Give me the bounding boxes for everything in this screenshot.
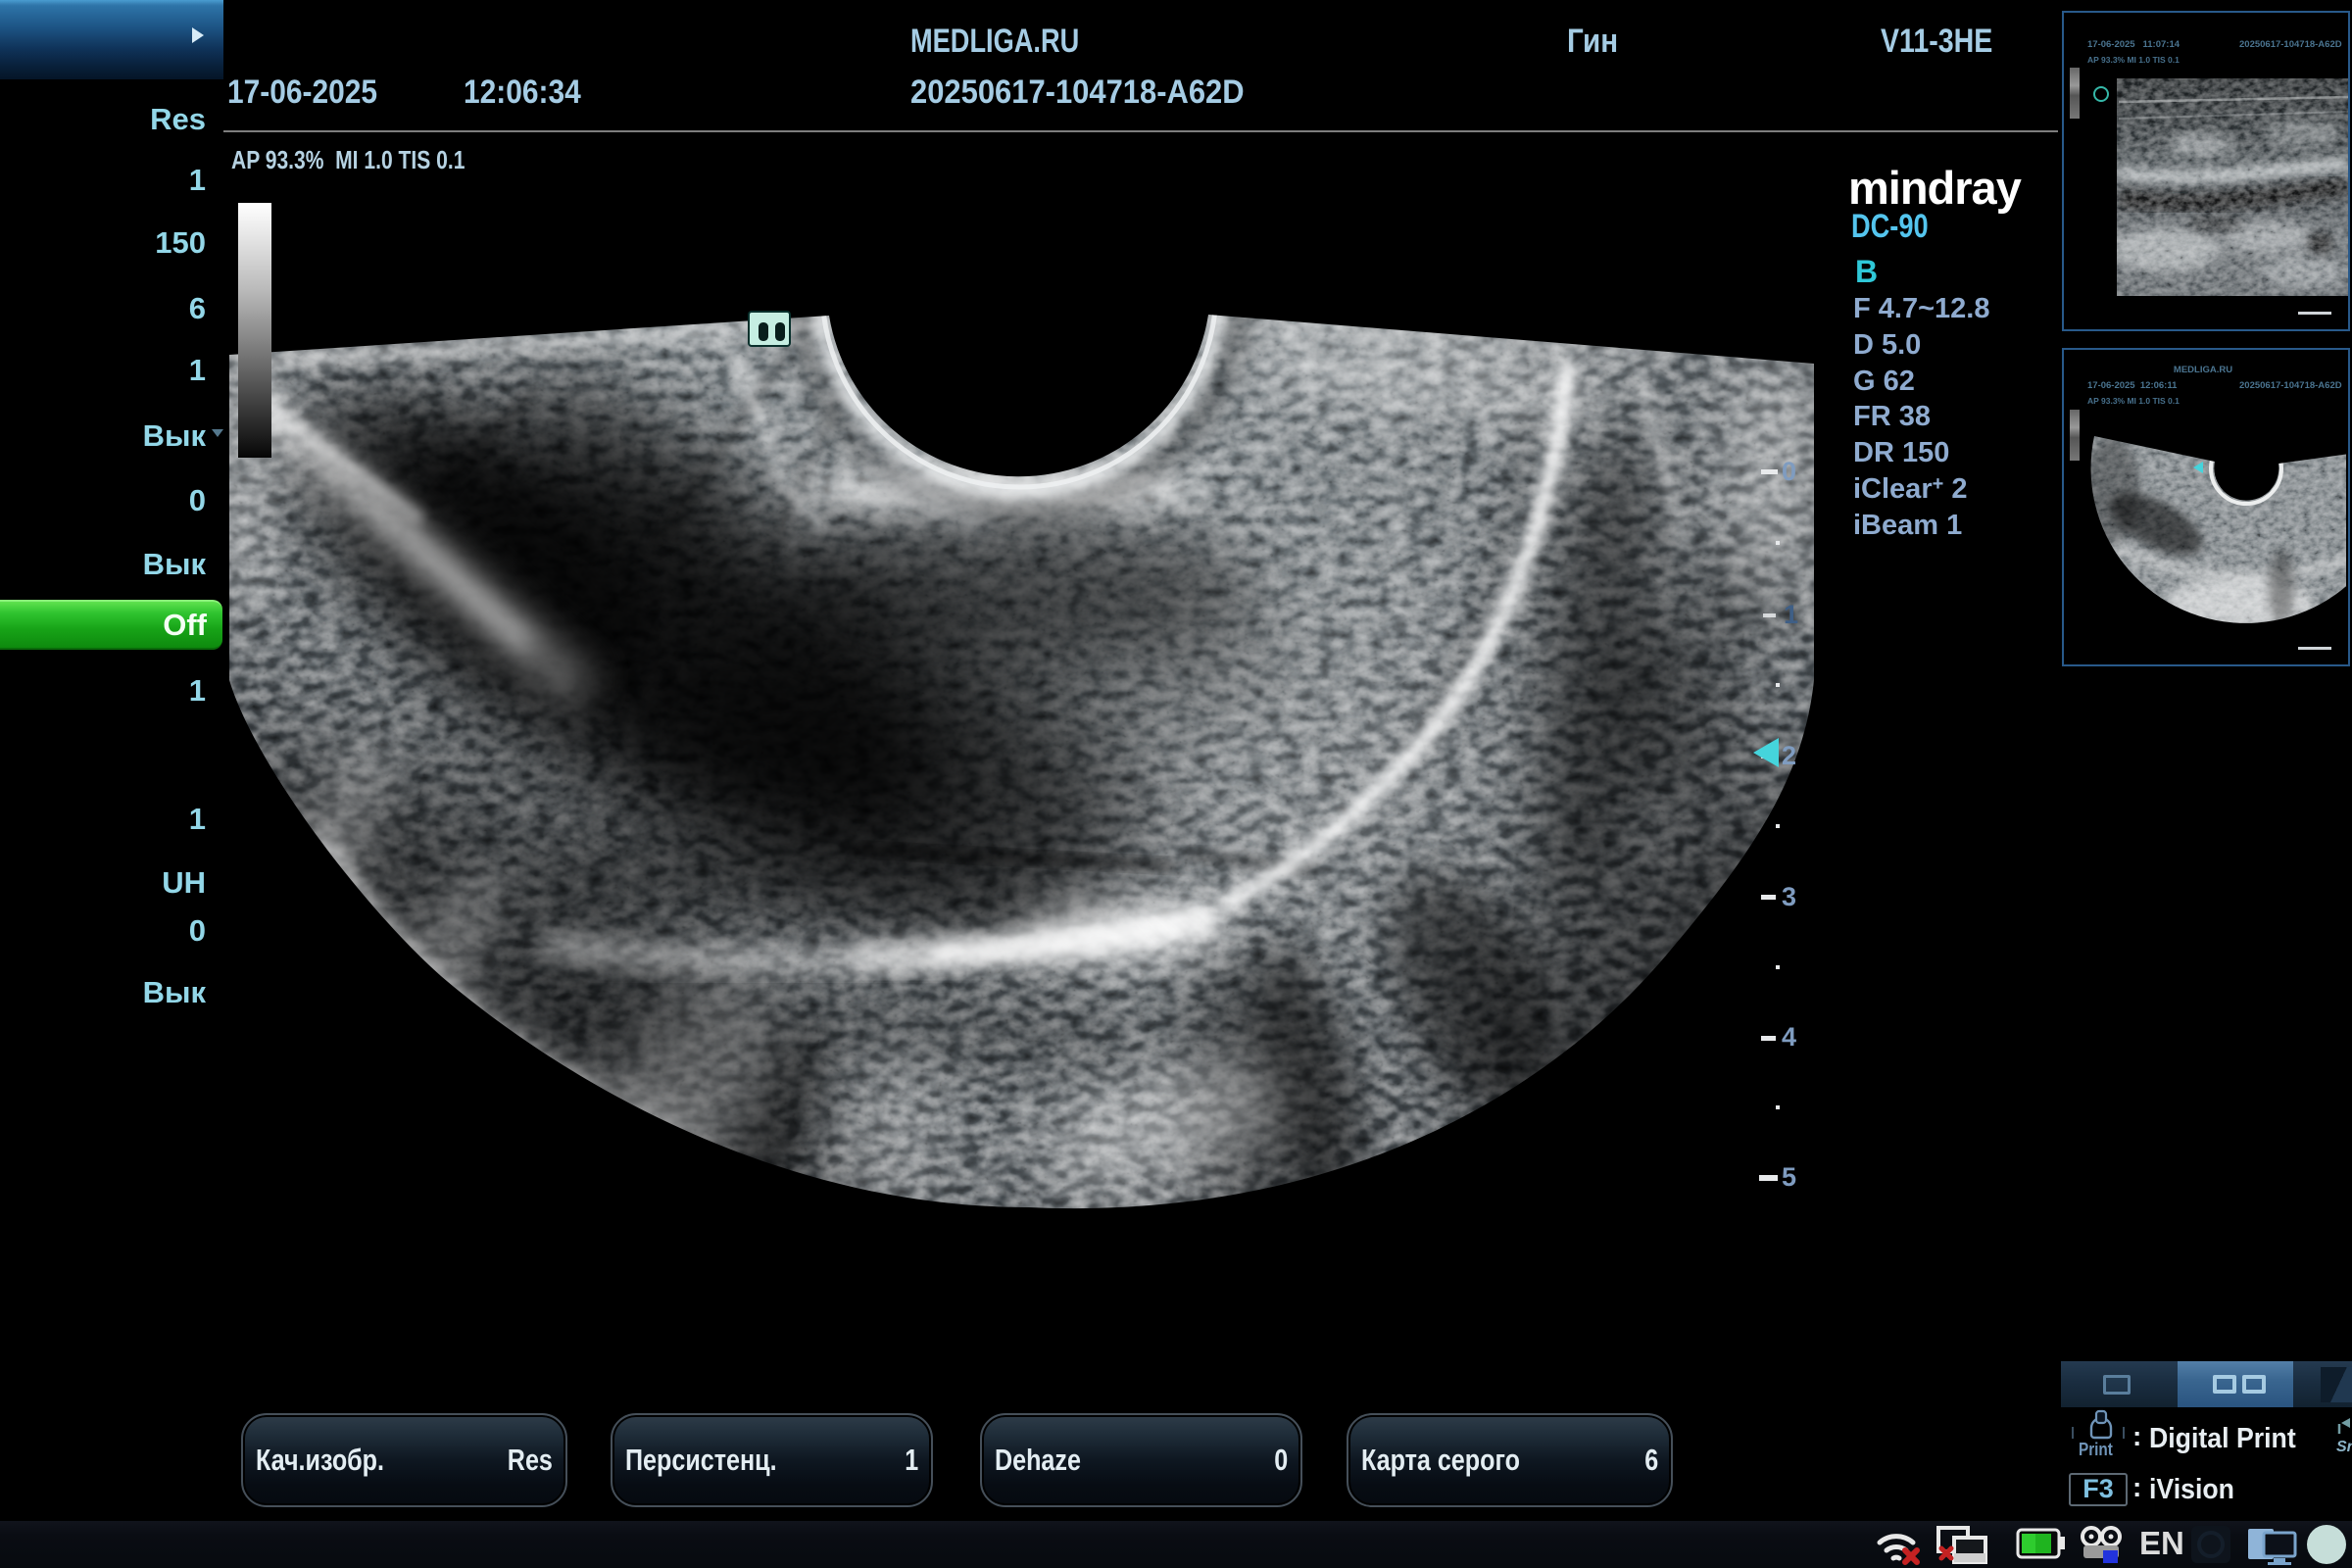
svg-text:AP 93.3% MI 1.0 TIS 0.1: AP 93.3% MI 1.0 TIS 0.1	[2087, 55, 2180, 65]
svg-text:17-06-2025 12:06:11: 17-06-2025 12:06:11	[2087, 380, 2178, 391]
svg-text:MEDLIGA.RU: MEDLIGA.RU	[2174, 365, 2232, 375]
svg-text:AP 93.3% MI 1.0 TIS 0.1: AP 93.3% MI 1.0 TIS 0.1	[2087, 396, 2180, 406]
svg-text:17-06-2025 11:07:14: 17-06-2025 11:07:14	[2087, 39, 2180, 50]
svg-text:20250617-104718-A62D: 20250617-104718-A62D	[2239, 39, 2342, 50]
svg-text:EN: EN	[2139, 1525, 2184, 1561]
svg-text:20250617-104718-A62D: 20250617-104718-A62D	[2239, 380, 2342, 391]
